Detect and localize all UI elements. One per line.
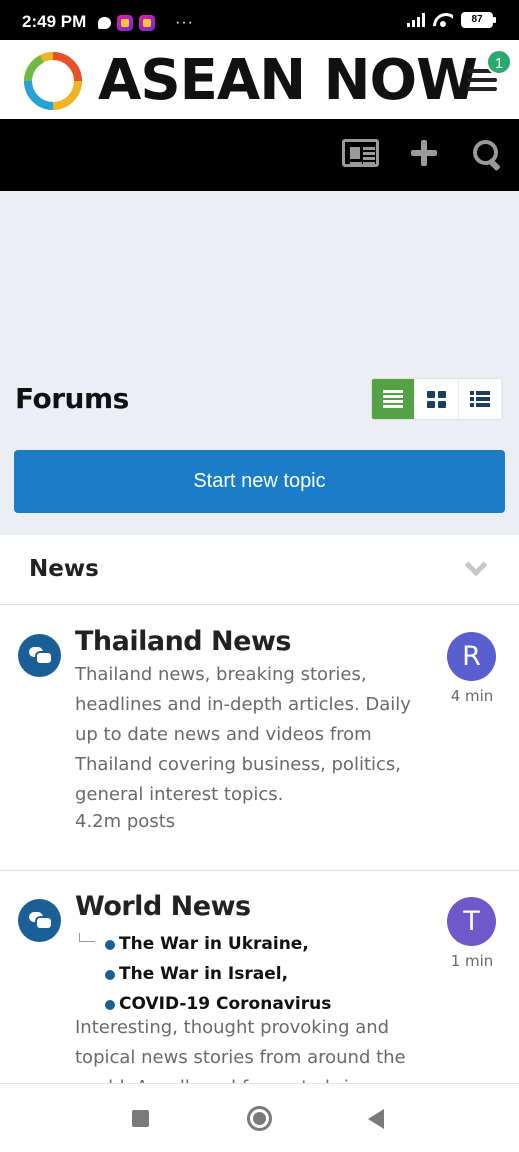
avatar[interactable]: T: [447, 897, 496, 946]
list-bullets-view-button[interactable]: [459, 379, 502, 419]
subforum-link[interactable]: The War in Israel,: [79, 959, 331, 989]
recent-apps-icon[interactable]: [132, 1110, 149, 1127]
forum-description: Thailand news, breaking stories, headlin…: [75, 664, 411, 805]
wifi-icon: [433, 13, 453, 27]
last-post-time[interactable]: 4 min: [430, 687, 514, 705]
status-bar: 2:49 PM ··· 87: [0, 0, 519, 40]
forum-title[interactable]: World News: [75, 891, 251, 922]
subforum-label: The War in Israel,: [119, 964, 289, 984]
home-icon[interactable]: [247, 1106, 272, 1131]
chevron-down-icon[interactable]: [464, 553, 488, 577]
forum-toolbar-area: Forums Start new topic: [0, 191, 519, 535]
forum-row: Thailand News Thailand news, breaking st…: [0, 606, 519, 871]
forum-post-count: 4.2m posts: [75, 811, 176, 832]
grid-view-button[interactable]: [415, 379, 459, 419]
plus-icon[interactable]: [410, 139, 438, 167]
battery-icon: 87: [461, 12, 496, 28]
forum-title[interactable]: Thailand News: [75, 626, 291, 657]
list-lines-view-button[interactable]: [372, 379, 416, 419]
chat-icon: [98, 17, 111, 29]
search-icon[interactable]: [472, 139, 504, 171]
signal-icon: [407, 13, 425, 27]
status-notification-icons: ···: [98, 14, 194, 32]
subforum-label: COVID-19 Coronavirus: [119, 994, 332, 1014]
last-post-time[interactable]: 1 min: [430, 952, 514, 970]
section-title: News: [29, 556, 99, 582]
notification-badge[interactable]: 1: [486, 49, 512, 75]
start-new-topic-button[interactable]: Start new topic: [14, 450, 505, 513]
subforum-link[interactable]: The War in Ukraine,: [79, 929, 331, 959]
section-header-news[interactable]: News: [0, 535, 519, 605]
forum-chat-icon: [18, 634, 61, 677]
bullet-icon: [105, 940, 115, 950]
back-icon[interactable]: [368, 1109, 384, 1129]
grid-icon: [426, 390, 446, 408]
subforum-label: The War in Ukraine,: [119, 934, 309, 954]
app-notification-icon: [117, 15, 133, 31]
status-system-icons: 87: [407, 12, 496, 28]
site-logo-text[interactable]: ASEAN NOW: [98, 48, 478, 113]
bullet-icon: [105, 970, 115, 980]
app-notification-icon: [139, 15, 155, 31]
system-nav-bar: [0, 1083, 519, 1152]
page-title: Forums: [15, 382, 129, 415]
list-lines-icon: [383, 388, 404, 410]
avatar[interactable]: R: [447, 632, 496, 681]
site-header: ASEAN NOW 1: [0, 40, 519, 119]
forum-row: World News The War in Ukraine, The War i…: [0, 871, 519, 1091]
forum-chat-icon: [18, 899, 61, 942]
subforum-list: The War in Ukraine, The War in Israel, C…: [79, 929, 331, 1019]
bullet-icon: [105, 1000, 115, 1010]
status-time: 2:49 PM: [22, 12, 87, 31]
forum-description: Interesting, thought provoking and topic…: [75, 1017, 418, 1091]
logo-icon[interactable]: [22, 50, 84, 112]
more-notifications-icon: ···: [175, 14, 194, 31]
list-bullets-icon: [469, 391, 490, 407]
newspaper-icon[interactable]: [342, 139, 379, 167]
view-mode-toggle: [371, 378, 503, 420]
action-bar: [0, 119, 519, 191]
